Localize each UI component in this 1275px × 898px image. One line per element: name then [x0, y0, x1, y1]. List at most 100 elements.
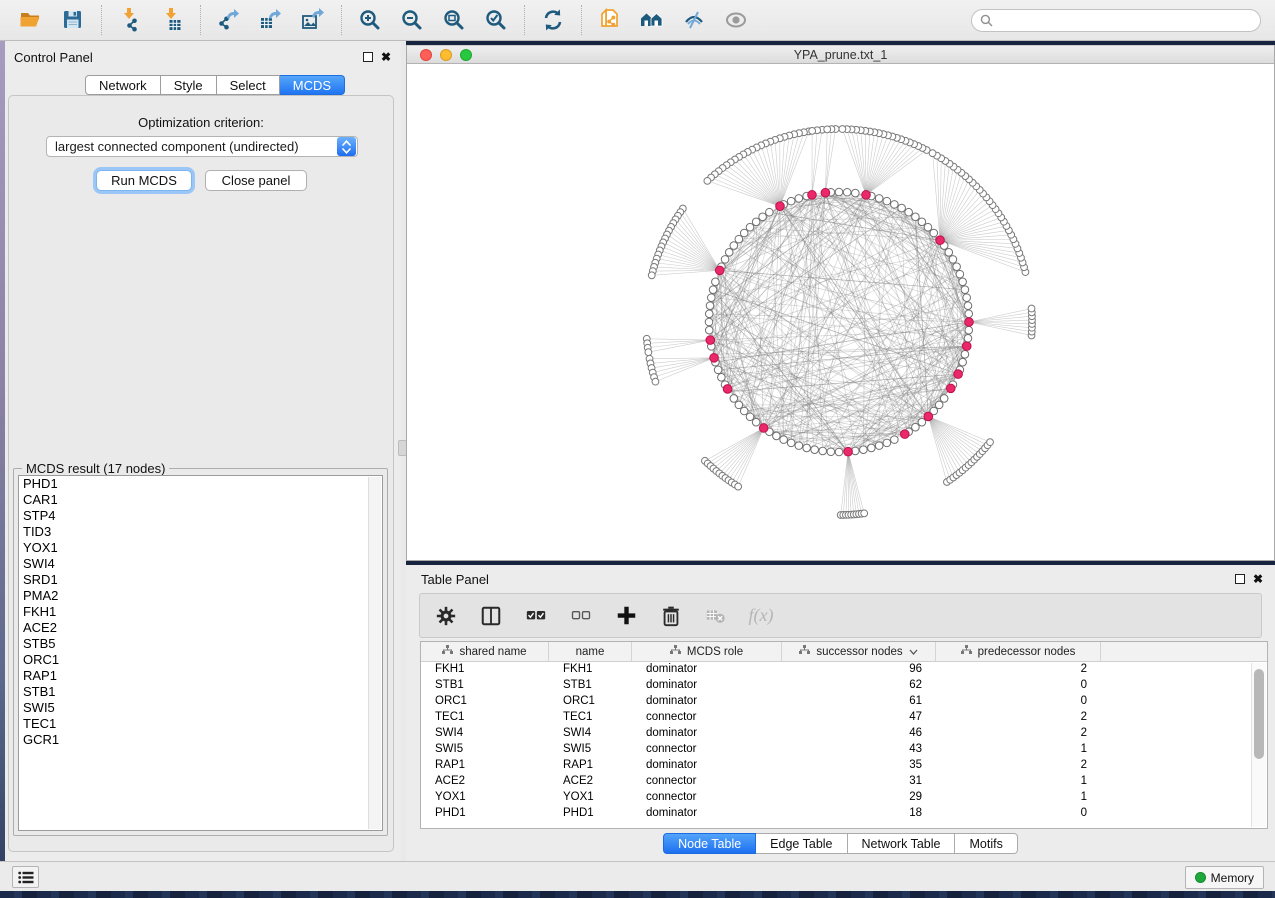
mcds-result-list[interactable]: PHD1CAR1STP4TID3YOX1SWI4SRD1PMA2FKH1ACE2…: [18, 475, 383, 831]
network-node[interactable]: [891, 436, 899, 444]
network-node[interactable]: [959, 358, 967, 366]
network-node[interactable]: [898, 204, 906, 212]
satellite-node[interactable]: [652, 378, 659, 385]
mcds-node[interactable]: [946, 384, 955, 393]
network-node[interactable]: [725, 249, 733, 257]
mcds-result-item[interactable]: ACE2: [19, 620, 382, 636]
tab-edge-table[interactable]: Edge Table: [756, 833, 847, 854]
export-network-icon[interactable]: [214, 5, 244, 35]
network-node[interactable]: [964, 302, 972, 310]
mcds-result-item[interactable]: GCR1: [19, 732, 382, 748]
network-node[interactable]: [787, 197, 795, 205]
network-node[interactable]: [918, 418, 926, 426]
mcds-node[interactable]: [862, 191, 871, 200]
network-node[interactable]: [740, 229, 748, 237]
network-node[interactable]: [959, 278, 967, 286]
hide-details-icon[interactable]: [679, 5, 709, 35]
network-node[interactable]: [706, 302, 714, 310]
float-panel-icon[interactable]: [363, 52, 373, 62]
table-row[interactable]: TEC1TEC1connector472: [421, 710, 1267, 726]
network-node[interactable]: [787, 439, 795, 447]
trash-icon[interactable]: [659, 604, 683, 628]
network-node[interactable]: [730, 242, 738, 250]
satellite-node[interactable]: [1028, 305, 1035, 312]
deselect-all-icon[interactable]: [569, 604, 593, 628]
table-scrollbar[interactable]: [1251, 663, 1266, 827]
select-all-icon[interactable]: [524, 604, 548, 628]
network-node[interactable]: [752, 218, 760, 226]
network-node[interactable]: [964, 334, 972, 342]
table-row[interactable]: STB1STB1dominator620: [421, 678, 1267, 694]
tab-network[interactable]: Network: [85, 75, 161, 95]
network-node[interactable]: [961, 351, 969, 359]
network-graph[interactable]: [407, 64, 1274, 559]
mcds-node[interactable]: [715, 266, 724, 275]
network-node[interactable]: [752, 418, 760, 426]
search-field[interactable]: [971, 9, 1261, 32]
network-node[interactable]: [705, 310, 713, 318]
network-node[interactable]: [875, 195, 883, 203]
network-node[interactable]: [730, 395, 738, 403]
network-node[interactable]: [718, 374, 726, 382]
network-node[interactable]: [811, 446, 819, 454]
mcds-result-item[interactable]: ORC1: [19, 652, 382, 668]
network-node[interactable]: [924, 223, 932, 231]
run-mcds-button[interactable]: Run MCDS: [96, 170, 192, 191]
mcds-result-item[interactable]: PMA2: [19, 588, 382, 604]
mcds-result-item[interactable]: RAP1: [19, 668, 382, 684]
table-row[interactable]: SWI4SWI4dominator462: [421, 726, 1267, 742]
zoom-fit-icon[interactable]: [439, 5, 469, 35]
mcds-result-item[interactable]: YOX1: [19, 540, 382, 556]
network-node[interactable]: [851, 189, 859, 197]
mcds-node[interactable]: [706, 336, 715, 345]
import-table-icon[interactable]: [157, 5, 187, 35]
satellite-node[interactable]: [704, 177, 711, 184]
column-header-name[interactable]: name: [549, 642, 632, 661]
mcds-result-item[interactable]: STB1: [19, 684, 382, 700]
refresh-icon[interactable]: [538, 5, 568, 35]
network-node[interactable]: [905, 208, 913, 216]
network-node[interactable]: [705, 326, 713, 334]
network-node[interactable]: [735, 401, 743, 409]
table-row[interactable]: ORC1ORC1dominator610: [421, 694, 1267, 710]
network-node[interactable]: [780, 436, 788, 444]
mcds-node[interactable]: [808, 191, 817, 200]
network-node[interactable]: [918, 218, 926, 226]
mcds-result-item[interactable]: CAR1: [19, 492, 382, 508]
network-node[interactable]: [961, 286, 969, 294]
mcds-node[interactable]: [965, 318, 974, 327]
mcds-node[interactable]: [844, 447, 853, 456]
network-node[interactable]: [835, 448, 843, 456]
network-node[interactable]: [875, 442, 883, 450]
mcds-list-scrollbar[interactable]: [368, 477, 381, 829]
mcds-node[interactable]: [710, 354, 719, 363]
satellite-node[interactable]: [929, 150, 936, 157]
network-node[interactable]: [843, 188, 851, 196]
mcds-node[interactable]: [924, 412, 933, 421]
mcds-result-item[interactable]: TEC1: [19, 716, 382, 732]
network-node[interactable]: [965, 326, 973, 334]
search-input[interactable]: [998, 13, 1252, 27]
network-node[interactable]: [965, 310, 973, 318]
close-panel-button[interactable]: Close panel: [205, 170, 307, 191]
network-node[interactable]: [827, 448, 835, 456]
network-node[interactable]: [868, 444, 876, 452]
save-session-icon[interactable]: [58, 5, 88, 35]
network-node[interactable]: [708, 294, 716, 302]
mcds-result-item[interactable]: FKH1: [19, 604, 382, 620]
network-node[interactable]: [912, 213, 920, 221]
table-row[interactable]: YOX1YOX1connector291: [421, 790, 1267, 806]
network-node[interactable]: [795, 195, 803, 203]
columns-icon[interactable]: [479, 604, 503, 628]
network-node[interactable]: [709, 286, 717, 294]
mcds-node[interactable]: [821, 188, 830, 197]
network-node[interactable]: [883, 439, 891, 447]
network-canvas[interactable]: [407, 64, 1274, 559]
network-node[interactable]: [883, 197, 891, 205]
network-window-titlebar[interactable]: YPA_prune.txt_1: [407, 45, 1274, 64]
network-node[interactable]: [940, 395, 948, 403]
mcds-node[interactable]: [962, 342, 971, 351]
gear-icon[interactable]: [434, 604, 458, 628]
network-node[interactable]: [721, 256, 729, 264]
import-network-icon[interactable]: [115, 5, 145, 35]
